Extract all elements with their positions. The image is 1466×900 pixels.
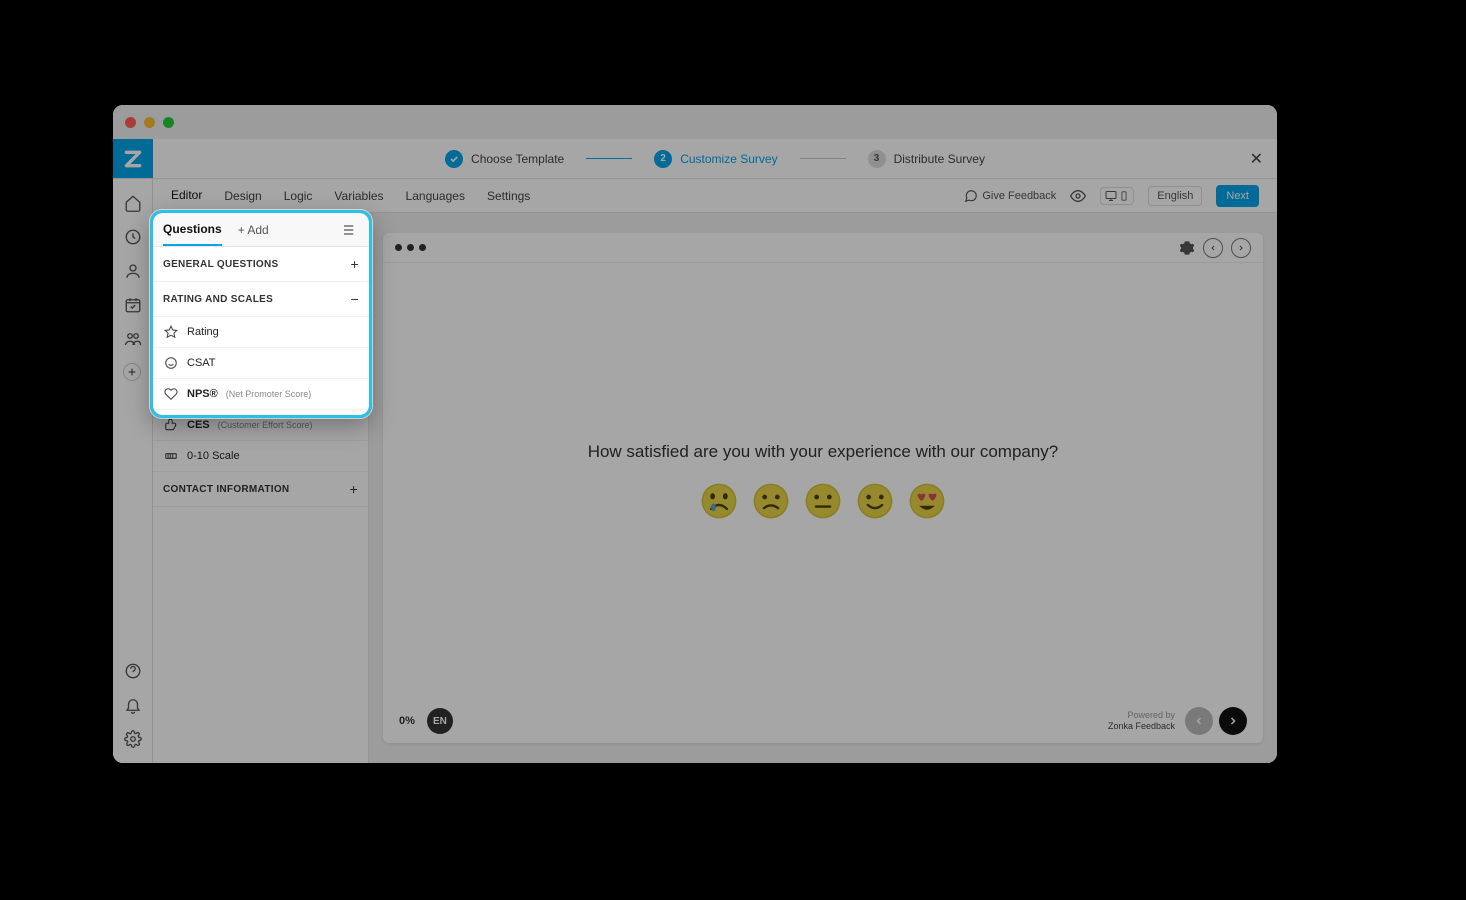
next-button[interactable]: Next [1216, 185, 1259, 207]
sub-tabbar: Editor Design Logic Variables Languages … [153, 179, 1277, 213]
close-icon[interactable]: ✕ [1250, 149, 1263, 169]
wizard-step-1[interactable]: Choose Template [445, 150, 564, 168]
window-dots-icon [395, 244, 426, 251]
add-icon[interactable] [123, 363, 141, 381]
next-page-icon[interactable] [1231, 238, 1251, 258]
chat-icon [964, 189, 978, 203]
face-icon [163, 355, 179, 371]
emoji-very-unsatisfied[interactable] [700, 482, 738, 520]
language-badge[interactable]: EN [427, 708, 453, 734]
language-selector[interactable]: English [1148, 186, 1202, 206]
panel-tab-questions[interactable]: Questions [163, 222, 222, 246]
device-toggle[interactable] [1100, 187, 1134, 205]
calendar-icon[interactable] [123, 295, 143, 315]
question-type-ces[interactable]: CES (Customer Effort Score) [153, 410, 369, 415]
prev-page-icon[interactable] [1203, 238, 1223, 258]
wizard-step-label: Distribute Survey [894, 152, 985, 166]
tab-variables[interactable]: Variables [334, 181, 383, 211]
home-icon[interactable] [123, 193, 143, 213]
titlebar [113, 105, 1277, 139]
wizard-step-2[interactable]: 2 Customize Survey [654, 150, 777, 168]
desktop-icon [1105, 190, 1117, 202]
app-window: Choose Template 2 Customize Survey 3 Dis… [113, 105, 1277, 763]
powered-by-credit: Powered by Zonka Feedback [1108, 710, 1175, 732]
maximize-window-button[interactable] [163, 117, 174, 128]
question-type-nps[interactable]: NPS® (Net Promoter Score) [153, 379, 369, 410]
tab-languages[interactable]: Languages [406, 181, 465, 211]
emoji-very-satisfied[interactable] [908, 482, 946, 520]
check-icon [445, 150, 463, 168]
thumb-icon [163, 417, 179, 433]
gear-icon[interactable] [1179, 240, 1195, 256]
emoji-rating-row [700, 482, 946, 520]
wizard-step-3[interactable]: 3 Distribute Survey [868, 150, 985, 168]
help-icon[interactable] [123, 661, 143, 681]
preview-eye-icon[interactable] [1070, 188, 1086, 204]
tab-editor[interactable]: Editor [171, 180, 202, 212]
section-rating-scales[interactable]: RATING AND SCALES − [153, 282, 369, 317]
panel-tab-add[interactable]: Add [238, 223, 269, 237]
section-contact-information[interactable]: CONTACT INFORMATION + [153, 472, 368, 507]
section-general-questions[interactable]: GENERAL QUESTIONS + [153, 247, 369, 282]
contacts-icon[interactable] [123, 261, 143, 281]
emoji-neutral[interactable] [804, 482, 842, 520]
wizard-step-label: Customize Survey [680, 152, 777, 166]
wizard-connector [586, 158, 632, 159]
survey-next-button[interactable] [1219, 707, 1247, 735]
wizard-connector [800, 158, 846, 159]
wizard-step-label: Choose Template [471, 152, 564, 166]
survey-canvas: How satisfied are you with your experien… [369, 213, 1277, 763]
step-number-icon: 3 [868, 150, 886, 168]
minus-icon: − [351, 291, 359, 307]
survey-question-text: How satisfied are you with your experien… [588, 442, 1059, 462]
settings-icon[interactable] [123, 729, 143, 749]
star-icon [163, 324, 179, 340]
minimize-window-button[interactable] [144, 117, 155, 128]
team-icon[interactable] [123, 329, 143, 349]
survey-prev-button[interactable] [1185, 707, 1213, 735]
heart-icon [163, 386, 179, 402]
plus-icon: + [351, 256, 359, 272]
app-logo[interactable] [113, 139, 153, 179]
highlight-cutout: Questions Add GENERAL QUESTIONS + RATING… [153, 213, 369, 415]
give-feedback-button[interactable]: Give Feedback [964, 189, 1056, 203]
emoji-satisfied[interactable] [856, 482, 894, 520]
scale-icon [163, 448, 179, 464]
close-window-button[interactable] [125, 117, 136, 128]
emoji-unsatisfied[interactable] [752, 482, 790, 520]
progress-percent: 0% [399, 715, 415, 727]
mobile-icon [1119, 190, 1129, 202]
wizard-bar: Choose Template 2 Customize Survey 3 Dis… [153, 139, 1277, 179]
reorder-icon[interactable] [341, 222, 359, 238]
tab-settings[interactable]: Settings [487, 181, 530, 211]
tab-logic[interactable]: Logic [284, 181, 313, 211]
tab-design[interactable]: Design [224, 181, 261, 211]
survey-preview-card: How satisfied are you with your experien… [383, 233, 1263, 743]
question-type-0-10-scale[interactable]: 0-10 Scale [153, 441, 368, 472]
dashboard-icon[interactable] [123, 227, 143, 247]
left-rail [113, 139, 153, 763]
plus-icon: + [350, 481, 358, 497]
question-type-rating[interactable]: Rating [153, 317, 369, 348]
question-type-csat[interactable]: CSAT [153, 348, 369, 379]
bell-icon[interactable] [123, 695, 143, 715]
step-number-icon: 2 [654, 150, 672, 168]
